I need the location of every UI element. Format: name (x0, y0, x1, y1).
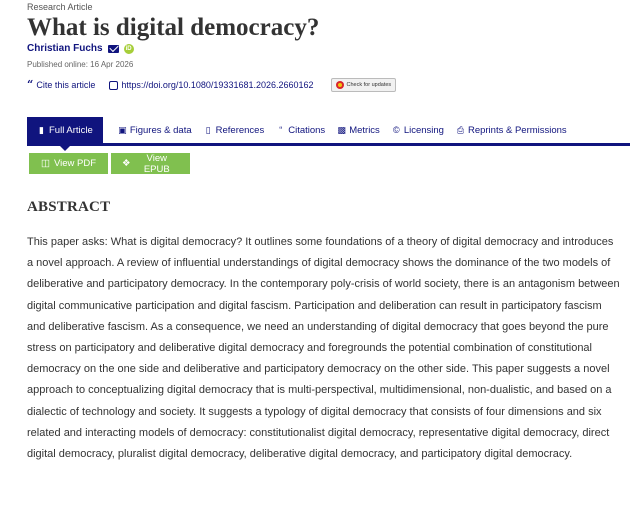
image-icon: ▣ (118, 124, 127, 135)
bar-chart-icon: ▩ (337, 124, 346, 135)
tab-reprints-permissions[interactable]: ⎙ Reprints & Permissions (450, 117, 573, 143)
cite-article-label: Cite this article (36, 80, 96, 90)
doi-link[interactable]: https://doi.org/10.1080/19331681.2026.26… (109, 80, 314, 90)
article-tabs: ▮ Full Article ▣ Figures & data ▯ Refere… (27, 117, 630, 151)
tab-references[interactable]: ▯ References (198, 117, 271, 143)
tab-licensing[interactable]: © Licensing (386, 117, 450, 143)
download-buttons: ◫ View PDF ❖ View EPUB (29, 152, 190, 175)
article-title: What is digital democracy? (27, 14, 320, 41)
abstract-heading: ABSTRACT (27, 199, 111, 215)
quote-icon: “ (279, 125, 283, 135)
author-line: Christian Fuchs iD (27, 43, 134, 54)
tab-citations[interactable]: “ Citations (270, 117, 331, 143)
article-meta-row: “ Cite this article https://doi.org/10.1… (27, 78, 397, 92)
tab-full-article[interactable]: ▮ Full Article (27, 117, 103, 151)
author-link[interactable]: Christian Fuchs (27, 43, 103, 54)
tab-figures-data[interactable]: ▣ Figures & data (112, 117, 198, 143)
cite-article-link[interactable]: “ Cite this article (27, 78, 96, 91)
crossmark-icon (335, 81, 344, 89)
tab-label: Metrics (349, 124, 380, 136)
pdf-file-icon: ◫ (40, 158, 50, 169)
tab-label: References (215, 124, 265, 136)
tab-label: Reprints & Permissions (467, 124, 567, 136)
link-icon (109, 80, 119, 90)
check-for-updates-label: Check for updates (346, 82, 392, 88)
print-icon: ⎙ (456, 124, 465, 135)
view-pdf-button[interactable]: ◫ View PDF (29, 153, 108, 174)
tab-label: Figures & data (129, 124, 192, 136)
published-date: Published online: 16 Apr 2026 (27, 60, 134, 69)
view-epub-label: View EPUB (143, 152, 170, 175)
epub-icon: ❖ (122, 158, 131, 169)
article-type-label: Research Article (27, 2, 93, 12)
document-icon: ▮ (39, 124, 44, 135)
tab-label: Citations (288, 124, 326, 136)
book-icon: ▯ (205, 124, 211, 135)
quote-icon: “ (27, 78, 34, 91)
doi-text: https://doi.org/10.1080/19331681.2026.26… (121, 80, 314, 90)
view-pdf-label: View PDF (53, 158, 97, 169)
tab-label: Full Article (49, 124, 93, 136)
check-for-updates-badge[interactable]: Check for updates (330, 78, 397, 92)
tab-metrics[interactable]: ▩ Metrics (331, 117, 386, 143)
tab-label: Licensing (403, 124, 444, 136)
copyright-icon: © (392, 125, 400, 135)
orcid-icon[interactable]: iD (123, 43, 134, 54)
envelope-icon[interactable] (107, 44, 119, 53)
view-epub-button[interactable]: ❖ View EPUB (111, 152, 190, 175)
abstract-text: This paper asks: What is digital democra… (27, 236, 620, 461)
